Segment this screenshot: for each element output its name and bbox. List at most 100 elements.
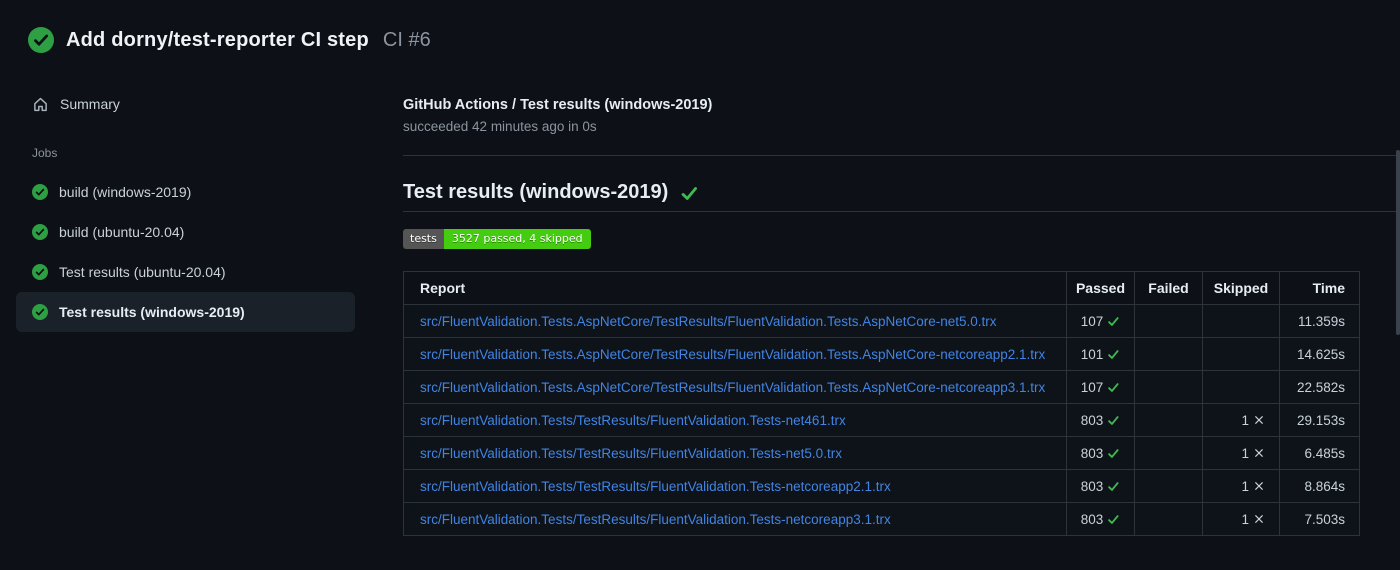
table-row: src/FluentValidation.Tests.AspNetCore/Te…: [403, 304, 1360, 338]
table-row: src/FluentValidation.Tests/TestResults/F…: [403, 403, 1360, 437]
skipped-count: 1: [1241, 511, 1249, 527]
passed-cell: 101: [1066, 337, 1135, 371]
report-link[interactable]: src/FluentValidation.Tests/TestResults/F…: [420, 413, 846, 428]
time-value: 22.582s: [1296, 379, 1345, 395]
report-link[interactable]: src/FluentValidation.Tests/TestResults/F…: [420, 512, 891, 527]
table-header-row: Report Passed Failed Skipped Time: [403, 271, 1360, 305]
sidebar-job-item[interactable]: Test results (ubuntu-20.04): [16, 252, 355, 292]
time-cell: 29.153s: [1279, 403, 1360, 437]
column-header-passed: Passed: [1066, 271, 1135, 305]
report-link[interactable]: src/FluentValidation.Tests.AspNetCore/Te…: [420, 314, 997, 329]
time-value: 11.359s: [1297, 313, 1345, 329]
check-circle-icon: [32, 264, 48, 280]
job-label: Test results (windows-2019): [59, 304, 245, 320]
skipped-count: 1: [1241, 445, 1249, 461]
test-results-table: Report Passed Failed Skipped Time src/Fluent…: [403, 271, 1360, 536]
skipped-cell: 1: [1202, 469, 1280, 503]
report-cell: src/FluentValidation.Tests/TestResults/F…: [403, 436, 1067, 470]
passed-count: 803: [1080, 478, 1104, 494]
sidebar: Summary Jobs build (windows-2019) build (…: [0, 0, 400, 570]
check-icon: [1107, 315, 1120, 328]
jobs-list: build (windows-2019) build (ubuntu-20.04)…: [16, 172, 355, 332]
jobs-section-label: Jobs: [32, 146, 58, 160]
badge-label: tests: [403, 229, 444, 249]
sidebar-job-item[interactable]: build (windows-2019): [16, 172, 355, 212]
failed-cell: [1134, 502, 1203, 536]
report-cell: src/FluentValidation.Tests.AspNetCore/Te…: [403, 337, 1067, 371]
check-suite-title: GitHub Actions / Test results (windows-2…: [403, 97, 713, 113]
check-circle-icon: [32, 224, 48, 240]
table-row: src/FluentValidation.Tests/TestResults/F…: [403, 469, 1360, 503]
passed-cell: 803: [1066, 469, 1135, 503]
check-icon: [680, 184, 699, 203]
failed-cell: [1134, 304, 1203, 338]
section-heading-row: Test results (windows-2019): [403, 181, 699, 204]
report-link[interactable]: src/FluentValidation.Tests/TestResults/F…: [420, 446, 842, 461]
table-body: src/FluentValidation.Tests.AspNetCore/Te…: [403, 304, 1360, 536]
table-row: src/FluentValidation.Tests.AspNetCore/Te…: [403, 370, 1360, 404]
report-cell: src/FluentValidation.Tests/TestResults/F…: [403, 502, 1067, 536]
check-icon: [1107, 447, 1120, 460]
x-icon: [1253, 513, 1265, 525]
report-link[interactable]: src/FluentValidation.Tests/TestResults/F…: [420, 479, 891, 494]
failed-cell: [1134, 436, 1203, 470]
check-icon: [1107, 513, 1120, 526]
skipped-count: 1: [1241, 412, 1249, 428]
divider: [403, 211, 1400, 212]
passed-count: 803: [1080, 445, 1104, 461]
x-icon: [1253, 414, 1265, 426]
time-cell: 7.503s: [1279, 502, 1360, 536]
check-run-status: succeeded 42 minutes ago in 0s: [403, 119, 597, 134]
column-header-time: Time: [1279, 271, 1360, 305]
sidebar-item-summary[interactable]: Summary: [16, 86, 355, 122]
column-header-failed: Failed: [1134, 271, 1203, 305]
job-label: Test results (ubuntu-20.04): [59, 264, 226, 280]
table-row: src/FluentValidation.Tests/TestResults/F…: [403, 436, 1360, 470]
report-cell: src/FluentValidation.Tests.AspNetCore/Te…: [403, 370, 1067, 404]
home-icon: [32, 96, 49, 113]
report-cell: src/FluentValidation.Tests/TestResults/F…: [403, 469, 1067, 503]
passed-count: 803: [1080, 412, 1104, 428]
table-row: src/FluentValidation.Tests.AspNetCore/Te…: [403, 337, 1360, 371]
skipped-cell: [1202, 337, 1280, 371]
skipped-cell: [1202, 370, 1280, 404]
report-cell: src/FluentValidation.Tests/TestResults/F…: [403, 403, 1067, 437]
failed-cell: [1134, 469, 1203, 503]
job-label: build (ubuntu-20.04): [59, 224, 185, 240]
badge-value: 3527 passed, 4 skipped: [443, 229, 591, 249]
sidebar-job-item[interactable]: build (ubuntu-20.04): [16, 212, 355, 252]
time-value: 6.485s: [1304, 445, 1345, 461]
sidebar-job-item[interactable]: Test results (windows-2019): [16, 292, 355, 332]
skipped-cell: 1: [1202, 436, 1280, 470]
passed-cell: 803: [1066, 403, 1135, 437]
time-value: 29.153s: [1296, 412, 1345, 428]
report-link[interactable]: src/FluentValidation.Tests.AspNetCore/Te…: [420, 347, 1045, 362]
time-cell: 11.359s: [1279, 304, 1360, 338]
main-content: GitHub Actions / Test results (windows-2…: [400, 0, 1400, 570]
time-cell: 6.485s: [1279, 436, 1360, 470]
check-icon: [1107, 381, 1120, 394]
passed-count: 803: [1080, 511, 1104, 527]
check-circle-icon: [32, 304, 48, 320]
job-label: build (windows-2019): [59, 184, 192, 200]
section-heading: Test results (windows-2019): [403, 181, 669, 203]
x-icon: [1253, 480, 1265, 492]
report-link[interactable]: src/FluentValidation.Tests.AspNetCore/Te…: [420, 380, 1045, 395]
passed-cell: 803: [1066, 436, 1135, 470]
check-header: GitHub Actions / Test results (windows-2…: [403, 97, 712, 134]
failed-cell: [1134, 403, 1203, 437]
time-value: 7.503s: [1304, 511, 1345, 527]
column-header-skipped: Skipped: [1202, 271, 1280, 305]
check-circle-icon: [32, 184, 48, 200]
time-value: 8.864s: [1304, 478, 1345, 494]
failed-cell: [1134, 370, 1203, 404]
check-icon: [1107, 414, 1120, 427]
passed-cell: 107: [1066, 370, 1135, 404]
vertical-scrollbar-thumb[interactable]: [1396, 150, 1400, 335]
table-row: src/FluentValidation.Tests/TestResults/F…: [403, 502, 1360, 536]
skipped-cell: 1: [1202, 502, 1280, 536]
passed-cell: 803: [1066, 502, 1135, 536]
time-value: 14.625s: [1296, 346, 1345, 362]
skipped-cell: [1202, 304, 1280, 338]
skipped-cell: 1: [1202, 403, 1280, 437]
